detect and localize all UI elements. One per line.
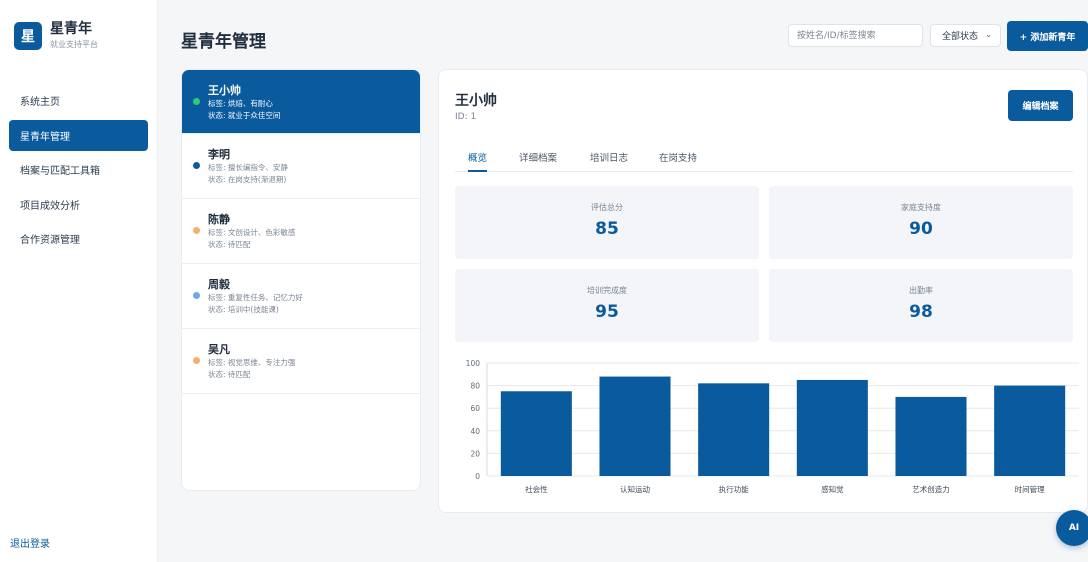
status-filter-value: 全部状态 [942,32,979,42]
youth-tags: 标签: 擅长编指令、安静 [208,163,288,172]
y-tick-label: 40 [470,427,480,436]
stat-value: 98 [909,302,933,322]
stat-card-training-completion: 培训完成度 95 [455,269,759,342]
bar [796,379,868,476]
youth-tags: 标签: 重复性任务、记忆力好 [208,293,303,302]
y-tick-label: 60 [470,404,480,413]
stat-label: 评估总分 [591,203,623,212]
youth-list-item[interactable]: 王小帅标签: 烘焙、有耐心 状态: 就业于众佳空间 [182,70,420,134]
chevron-down-icon: ⌄ [985,30,992,39]
logout-link[interactable]: 退出登录 [10,535,50,550]
tab-detailed-profile[interactable]: 详细档案 [519,150,557,164]
youth-status: 状态: 培训中(技能课) [208,305,279,314]
bar [500,391,572,476]
status-dot-icon [193,292,200,299]
y-tick-label: 20 [470,449,480,458]
youth-list-item[interactable]: 李明标签: 擅长编指令、安静 状态: 在岗支持(渐退期) [182,134,420,199]
brand-subtitle: 就业支持平台 [50,40,98,49]
detail-name: 王小帅 [455,93,497,109]
bar [599,376,671,476]
youth-name: 李明 [208,148,230,161]
youth-tags: 标签: 视觉思维、专注力强 [208,358,296,367]
youth-name: 吴凡 [208,343,230,356]
tab-onsite-support[interactable]: 在岗支持 [659,150,697,164]
bar [698,383,770,476]
stat-value: 95 [595,302,619,322]
stat-value: 85 [595,219,619,239]
y-tick-label: 100 [466,359,481,368]
sidebar-item-3[interactable]: 项目成效分析 [9,189,148,220]
stat-label: 培训完成度 [587,286,627,295]
x-tick-label: 时间管理 [1015,484,1045,494]
x-tick-label: 认知运动 [620,484,650,494]
stat-label: 家庭支持度 [901,203,941,212]
status-dot-icon [193,98,200,105]
tab-overview[interactable]: 概览 [468,150,488,172]
youth-list: 王小帅标签: 烘焙、有耐心 状态: 就业于众佳空间李明标签: 擅长编指令、安静 状态… [181,69,421,491]
youth-list-item[interactable]: 周毅标签: 重复性任务、记忆力好 状态: 培训中(技能课) [182,264,420,329]
sidebar: 星 星青年 就业支持平台 系统主页 星青年管理 档案与匹配工具箱 项目成效分析 合作资源… [0,0,158,562]
brand: 星 星青年 就业支持平台 [14,21,98,51]
sidebar-item-0[interactable]: 系统主页 [9,85,148,116]
status-dot-icon [193,162,200,169]
edit-profile-button[interactable]: 编辑档案 [1008,90,1073,121]
x-tick-label: 艺术创造力 [912,484,950,494]
y-tick-label: 0 [475,472,480,481]
ai-assistant-button[interactable]: AI [1056,510,1088,546]
youth-list-item[interactable]: 陈静标签: 文创设计、色彩敏感 状态: 待匹配 [182,199,420,264]
y-tick-label: 80 [470,382,480,391]
bar [895,396,967,476]
youth-name: 王小帅 [208,84,241,97]
youth-tags: 标签: 文创设计、色彩敏感 [208,228,296,237]
bar [994,385,1066,476]
stat-card-assessment: 评估总分 85 [455,186,759,259]
sidebar-item-4[interactable]: 合作资源管理 [9,223,148,254]
brand-logo: 星 [14,22,42,50]
stat-card-attendance: 出勤率 98 [769,269,1073,342]
youth-status: 状态: 待匹配 [208,370,251,379]
detail-id: ID: 1 [455,112,477,122]
x-tick-label: 社会性 [525,484,548,494]
youth-list-item[interactable]: 吴凡标签: 视觉思维、专注力强 状态: 待匹配 [182,329,420,394]
stat-card-family-support: 家庭支持度 90 [769,186,1073,259]
youth-tags: 标签: 烘焙、有耐心 [208,99,273,108]
sidebar-item-2[interactable]: 档案与匹配工具箱 [9,154,148,185]
detail-panel: 王小帅 ID: 1 编辑档案 概览 详细档案 培训日志 在岗支持 评估总分 85… [438,69,1088,513]
sidebar-item-1[interactable]: 星青年管理 [9,119,148,151]
youth-status: 状态: 就业于众佳空间 [208,111,281,120]
stat-value: 90 [909,219,933,239]
page-title: 星青年管理 [181,32,266,52]
status-dot-icon [193,227,200,234]
youth-name: 周毅 [208,278,230,291]
x-tick-label: 感知觉 [821,484,844,494]
youth-status: 状态: 待匹配 [208,240,251,249]
sidebar-nav: 系统主页 星青年管理 档案与匹配工具箱 项目成效分析 合作资源管理 [9,85,148,258]
youth-name: 陈静 [208,213,230,226]
stat-label: 出勤率 [909,286,933,295]
youth-status: 状态: 在岗支持(渐退期) [208,175,287,184]
status-filter-select[interactable]: 全部状态 ⌄ [930,24,1001,47]
detail-tabs: 概览 详细档案 培训日志 在岗支持 [455,144,1073,172]
x-tick-label: 执行功能 [719,484,749,494]
add-youth-button[interactable]: + 添加新青年 [1007,21,1088,51]
status-dot-icon [193,357,200,364]
brand-name: 星青年 [50,21,92,37]
skills-bar-chart: 0 20 40 60 80 100 社会性 认知运动 执行功能 感知觉 艺术创造力 时间管理 [466,359,1079,494]
tab-training-log[interactable]: 培训日志 [590,150,628,164]
search-input[interactable] [788,24,923,47]
